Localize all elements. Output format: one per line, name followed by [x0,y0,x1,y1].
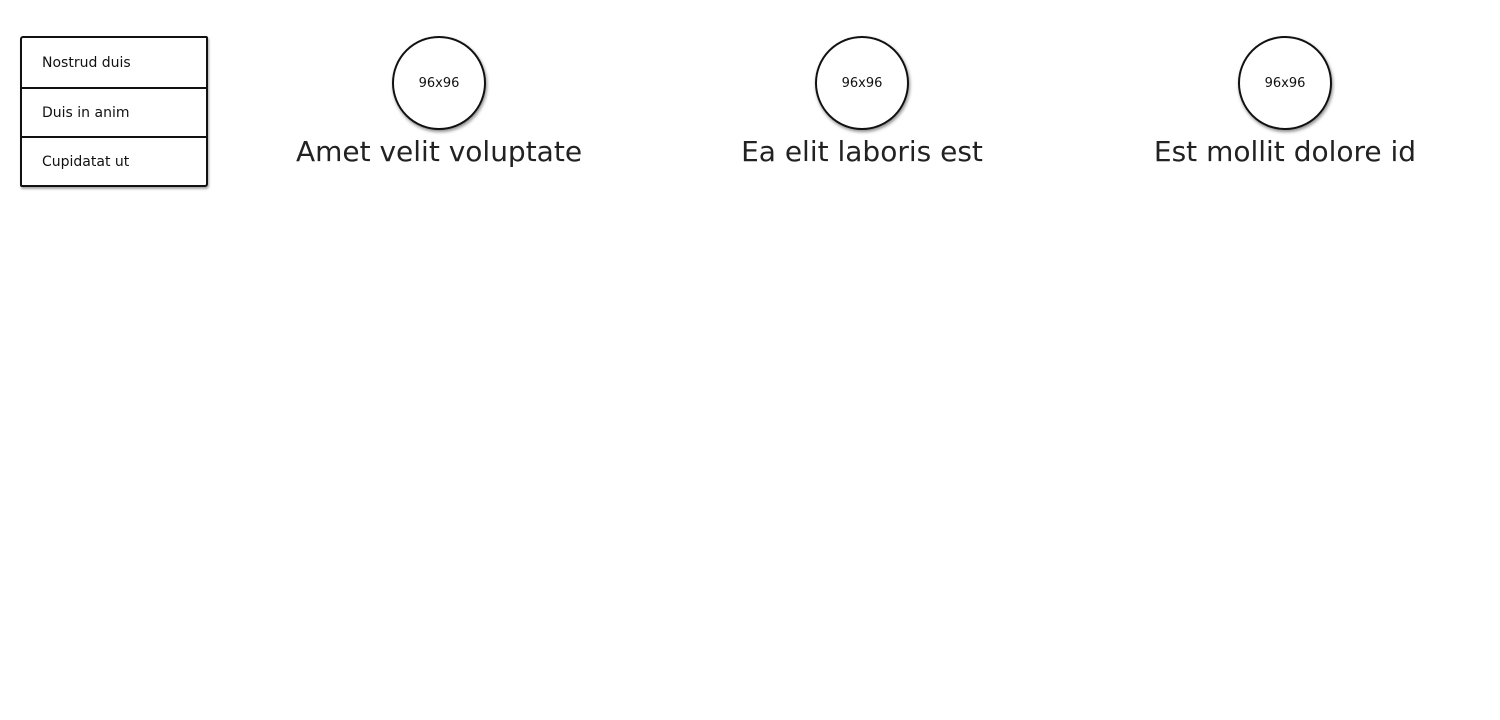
side-menu: Nostrud duis Duis in anim Cupidatat ut [20,36,208,187]
image-placeholder: 96x96 [815,36,909,130]
menu-item-label: Cupidatat ut [42,153,130,170]
feature-card: 96x96 Amet velit voluptate [279,36,599,170]
feature-title: Ea elit laboris est [741,135,983,168]
menu-item-label: Nostrud duis [42,54,131,71]
image-placeholder-label: 96x96 [418,75,460,91]
feature-card: 96x96 Ea elit laboris est [702,36,1022,170]
image-placeholder: 96x96 [392,36,486,130]
menu-item-nostrud-duis[interactable]: Nostrud duis [22,38,206,87]
feature-title: Est mollit dolore id [1153,135,1417,168]
menu-item-duis-in-anim[interactable]: Duis in anim [22,87,206,136]
image-placeholder-label: 96x96 [841,75,883,91]
image-placeholder-label: 96x96 [1264,75,1306,91]
menu-item-cupidatat-ut[interactable]: Cupidatat ut [22,136,206,185]
image-placeholder: 96x96 [1238,36,1332,130]
menu-item-label: Duis in anim [42,104,130,121]
feature-card: 96x96 Est mollit dolore id [1125,36,1445,170]
feature-title: Amet velit voluptate [295,135,583,168]
